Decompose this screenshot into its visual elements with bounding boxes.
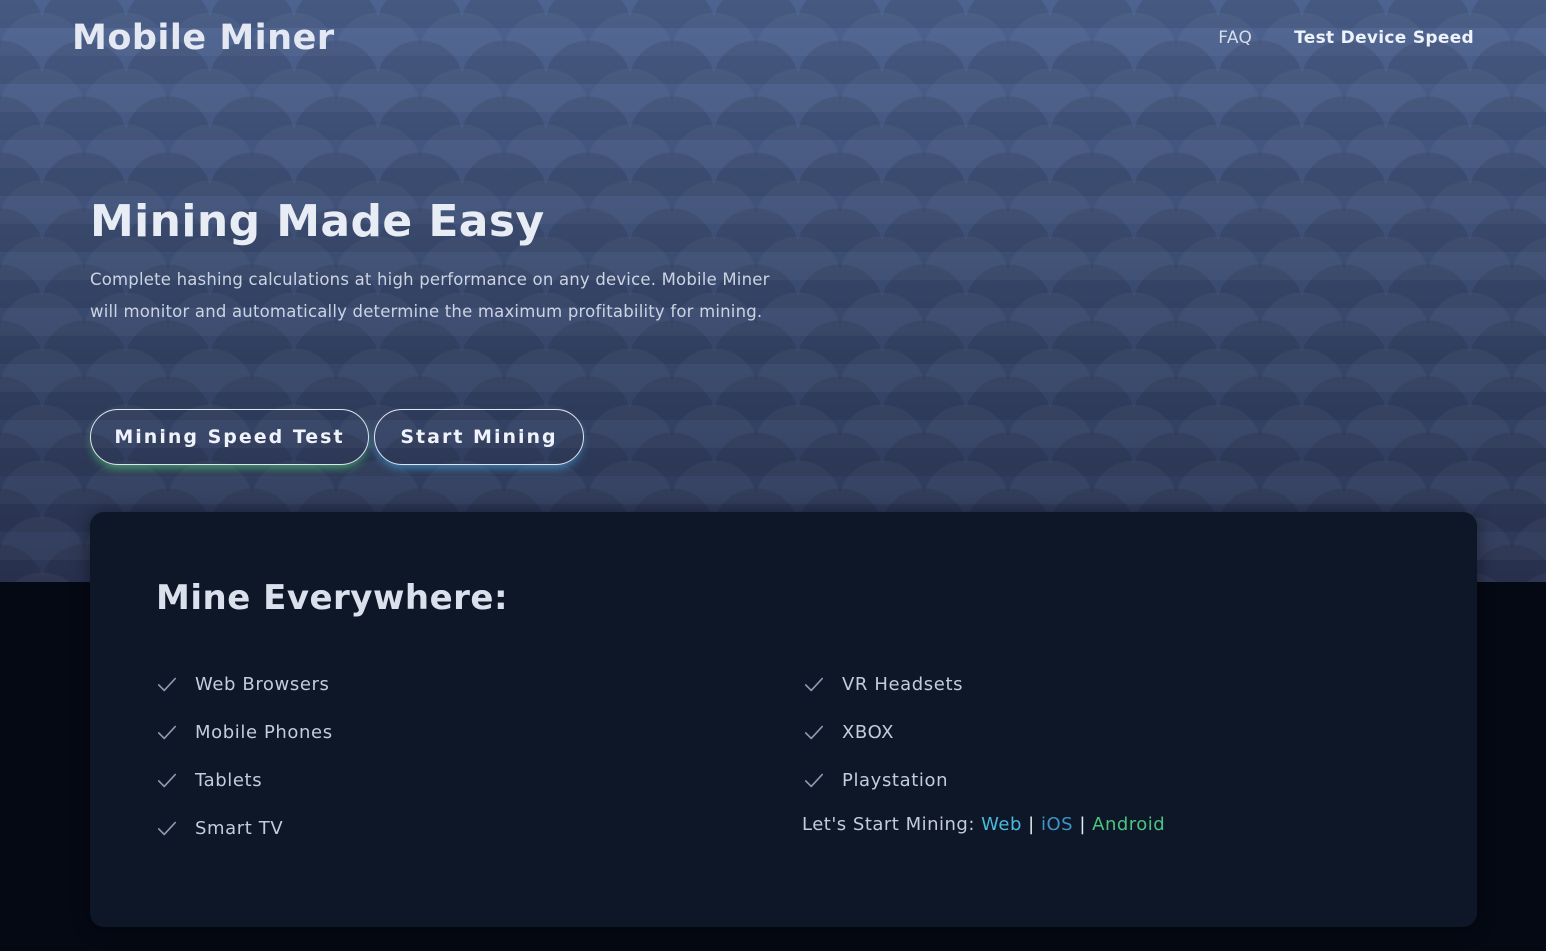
feature-item: Smart TV — [156, 813, 283, 843]
mine-everywhere-card: Mine Everywhere: Web Browsers Mobile Pho… — [90, 512, 1477, 927]
check-icon — [804, 725, 824, 740]
feature-item: Tablets — [156, 765, 262, 795]
check-icon — [804, 677, 824, 692]
web-link[interactable]: Web — [981, 814, 1022, 835]
feature-label: Mobile Phones — [195, 721, 333, 743]
hero-title: Mining Made Easy — [90, 196, 545, 247]
start-mining-links: Let's Start Mining: Web | iOS | Android — [802, 814, 1165, 835]
feature-item: Mobile Phones — [156, 717, 333, 747]
feature-item: Web Browsers — [156, 669, 329, 699]
check-icon — [157, 773, 177, 788]
feature-label: XBOX — [842, 721, 895, 743]
feature-label: Web Browsers — [195, 673, 330, 695]
card-title: Mine Everywhere: — [156, 578, 509, 618]
link-separator: | — [1028, 814, 1035, 835]
feature-label: Playstation — [842, 769, 949, 791]
feature-label: Smart TV — [195, 817, 284, 839]
link-separator: | — [1079, 814, 1086, 835]
ios-link[interactable]: iOS — [1041, 814, 1073, 835]
mining-speed-test-button[interactable]: Mining Speed Test — [90, 409, 369, 465]
check-icon — [157, 725, 177, 740]
feature-label: VR Headsets — [842, 673, 964, 695]
start-mining-label: Let's Start Mining: — [802, 814, 975, 835]
feature-label: Tablets — [195, 769, 263, 791]
android-link[interactable]: Android — [1092, 814, 1165, 835]
hero-description: Complete hashing calculations at high pe… — [90, 270, 770, 321]
check-icon — [157, 821, 177, 836]
feature-item: Playstation — [803, 765, 948, 795]
feature-item: VR Headsets — [803, 669, 963, 699]
top-nav: FAQ Test Device Speed — [1218, 28, 1474, 48]
brand-logo[interactable]: Mobile Miner — [72, 18, 335, 58]
nav-test-device-speed-link[interactable]: Test Device Speed — [1294, 28, 1474, 48]
page: Mobile Miner FAQ Test Device Speed Minin… — [0, 0, 1546, 951]
nav-faq-link[interactable]: FAQ — [1218, 28, 1252, 48]
check-icon — [157, 677, 177, 692]
feature-item: XBOX — [803, 717, 894, 747]
start-mining-button[interactable]: Start Mining — [374, 409, 584, 465]
check-icon — [804, 773, 824, 788]
hero-section: Mobile Miner FAQ Test Device Speed Minin… — [0, 0, 1546, 582]
